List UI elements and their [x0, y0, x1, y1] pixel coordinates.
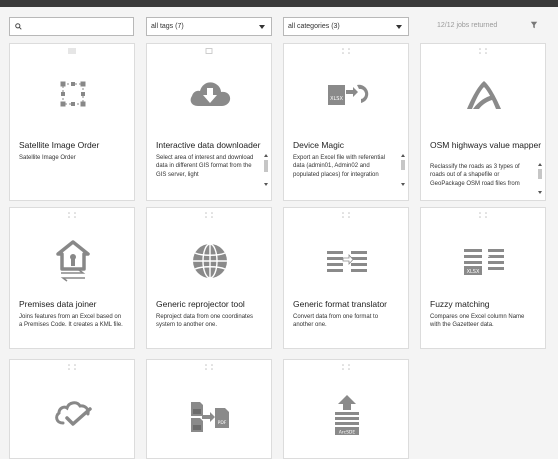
card-description: Compares one Excel column Name with the … [430, 314, 525, 329]
card-title: Generic reprojector tool [156, 299, 245, 309]
drag-handle-icon [205, 364, 213, 370]
drag-handle-icon [342, 212, 350, 218]
arcsde-upload-icon: ArcSDE [322, 390, 372, 440]
list-handle-icon [68, 48, 76, 54]
card-description: Convert data from one format to another … [293, 314, 379, 329]
filter-bar: all tags (7) all categories (3) 12/12 jo… [0, 17, 558, 37]
card-title: Premises data joiner [19, 299, 97, 309]
card-title: Interactive data downloader [156, 140, 261, 150]
arcsde-label: ArcSDE [339, 430, 356, 436]
categories-select-value: all categories (3) [288, 23, 340, 30]
card-description: Satellite Image Order [19, 155, 76, 161]
card-title: Fuzzy matching [430, 299, 490, 309]
selection-square-icon [48, 69, 98, 119]
house-exchange-icon [48, 236, 98, 286]
job-card-cloud-check[interactable] [9, 359, 135, 459]
cloud-download-icon [185, 69, 235, 119]
description-scrollbar[interactable] [401, 154, 405, 186]
drag-handle-icon [205, 212, 213, 218]
description-scrollbar[interactable] [264, 154, 268, 186]
format-exchange-icon [322, 236, 372, 286]
description-scrollbar[interactable] [538, 163, 542, 194]
highway-road-icon [459, 69, 509, 119]
categories-select[interactable]: all categories (3) [283, 17, 409, 36]
job-card-satellite-image-order[interactable]: Satellite Image Order Satellite Image Or… [9, 43, 135, 201]
job-card-device-magic[interactable]: XLSX Device Magic Export an Excel file w… [283, 43, 409, 201]
card-title: Device Magic [293, 140, 345, 150]
xlsx-label: XLSX [330, 96, 343, 102]
card-description: Reclassify the roads as 3 types of roads… [430, 164, 520, 187]
job-card-pdf-convert[interactable]: PDF [146, 359, 272, 459]
job-card-osm-highways-value-mapper[interactable]: OSM highways value mapper Reclassify the… [420, 43, 546, 201]
tags-select-value: all tags (7) [151, 23, 184, 30]
filter-icon[interactable] [530, 21, 538, 29]
card-title: Satellite Image Order [19, 140, 100, 150]
jobs-count: 12/12 jobs returned [437, 22, 498, 29]
card-title: Generic format translator [293, 299, 388, 309]
card-description: Select area of interest and download dat… [156, 155, 254, 178]
pdf-convert-icon: PDF [185, 392, 235, 442]
card-title: OSM highways value mapper [430, 140, 542, 150]
search-box[interactable] [9, 17, 134, 36]
globe-icon [185, 236, 235, 286]
top-bar [0, 0, 558, 7]
job-card-arcsde-upload[interactable]: ArcSDE [283, 359, 409, 459]
job-card-generic-reprojector-tool[interactable]: Generic reprojector tool Reproject data … [146, 207, 272, 349]
cloud-check-icon [48, 388, 98, 438]
card-description: Export an Excel file with referential da… [293, 155, 386, 178]
drag-handle-icon [342, 364, 350, 370]
pdf-label: PDF [218, 420, 227, 426]
tags-select[interactable]: all tags (7) [146, 17, 272, 36]
drag-handle-icon [342, 48, 350, 54]
card-description: Joins features from an Excel based on a … [19, 314, 123, 329]
image-placeholder-icon [205, 48, 213, 54]
xlsx-match-icon: XLSX [459, 236, 509, 286]
search-icon [15, 23, 22, 30]
search-input[interactable] [26, 19, 130, 34]
job-card-premises-data-joiner[interactable]: Premises data joiner Joins features from… [9, 207, 135, 349]
drag-handle-icon [68, 364, 76, 370]
job-card-interactive-data-downloader[interactable]: Interactive data downloader Select area … [146, 43, 272, 201]
drag-handle-icon [479, 212, 487, 218]
chevron-down-icon [396, 25, 402, 29]
job-card-generic-format-translator[interactable]: Generic format translator Convert data f… [283, 207, 409, 349]
drag-handle-icon [68, 212, 76, 218]
card-description: Reproject data from one coordinates syst… [156, 314, 254, 329]
xlsx-label: XLSX [467, 269, 480, 275]
drag-handle-icon [479, 48, 487, 54]
excel-convert-icon: XLSX [322, 69, 372, 119]
chevron-down-icon [259, 25, 265, 29]
job-card-fuzzy-matching[interactable]: XLSX Fuzzy matching Compares one Excel c… [420, 207, 546, 349]
